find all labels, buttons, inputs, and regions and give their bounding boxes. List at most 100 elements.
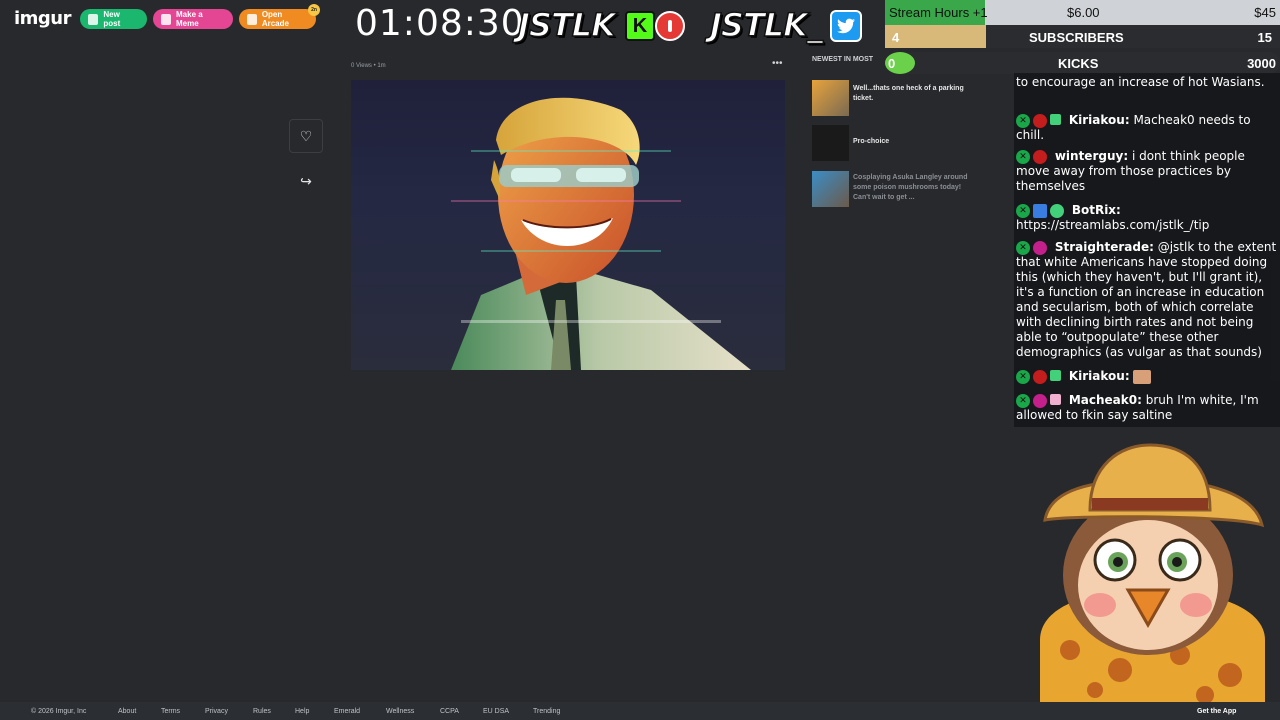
moderator-badge-icon: ✕ [1016, 240, 1030, 255]
meme-icon [161, 13, 172, 25]
chat-message: ✕ Straighterade: @jstlk to the extent th… [1016, 240, 1278, 360]
gift-badge-icon [1050, 113, 1061, 125]
subscribers-label: SUBSCRIBERS [1029, 30, 1124, 45]
kick-brand-text: JSTLK [517, 5, 616, 45]
imgur-logo[interactable]: imgur [14, 8, 72, 29]
stream-hours-goal: Stream Hours +1 $6.00 $45 [885, 0, 1280, 26]
newest-item-thumbnail [812, 171, 849, 207]
chat-username[interactable]: Kiriakou: [1069, 369, 1130, 383]
footer-link-rules[interactable]: Rules [253, 708, 271, 715]
footer-link-ccpa[interactable]: CCPA [440, 708, 459, 715]
chat-username[interactable]: BotRix: [1072, 203, 1121, 217]
pink-badge-icon [1033, 240, 1047, 255]
favorite-button[interactable]: ♡ [289, 119, 323, 153]
chat-message-text: i dont think people move away from those… [1016, 149, 1245, 193]
stream-timer: 01:08:30 [355, 3, 525, 44]
chat-message-text: to encourage an increase of hot Wasians. [1016, 75, 1265, 89]
arcade-badge: 2n [308, 4, 320, 16]
red-badge-icon [1033, 113, 1047, 128]
footer-link-eu-dsa[interactable]: EU DSA [483, 708, 509, 715]
verified-badge-icon [1050, 203, 1064, 218]
chat-badges: ✕ [1016, 113, 1061, 128]
footer-link-privacy[interactable]: Privacy [205, 708, 228, 715]
open-arcade-button[interactable]: Open Arcade 2n [239, 4, 320, 29]
chat-badges: ✕ [1016, 203, 1064, 218]
chat-message: ✕ Kiriakou: [1016, 369, 1278, 384]
moderator-badge-icon: ✕ [1016, 203, 1030, 218]
kicks-target: 3000 [1247, 56, 1276, 71]
chat-message: ✕ BotRix: https://streamlabs.com/jstlk_/… [1016, 203, 1278, 233]
gift-badge-icon [1050, 393, 1061, 405]
footer-link-trending[interactable]: Trending [533, 708, 560, 715]
heart-icon: ♡ [299, 127, 313, 144]
gift-badge-icon [1050, 369, 1061, 381]
chat-username[interactable]: Kiriakou: [1069, 113, 1130, 127]
stream-hours-amount: $6.00 [1067, 5, 1100, 20]
twitter-brand-text: JSTLK_ [709, 5, 823, 45]
chat-badges: ✕ [1016, 369, 1061, 384]
newest-item-thumbnail [812, 125, 849, 161]
bot-badge-icon [1033, 203, 1047, 218]
stream-hours-label: Stream Hours +1 [889, 5, 988, 20]
kicks-goal: 0 KICKS 3000 [885, 52, 1280, 74]
footer-link-help[interactable]: Help [295, 708, 309, 715]
twitter-bird-icon [830, 10, 862, 42]
newest-item-title: Well...thats one heck of a parking ticke… [853, 85, 964, 102]
newest-section-title: NEWEST IN MOST [812, 56, 874, 63]
chat-username[interactable]: Straighterade: [1055, 240, 1154, 254]
subscribers-current: 4 [892, 30, 900, 45]
kick-logo-icon: K [625, 11, 655, 41]
newest-item[interactable]: Pro-choice [812, 123, 982, 163]
red-badge-icon [1033, 369, 1047, 384]
chat-message: ✕ winterguy: i dont think people move aw… [1016, 149, 1278, 194]
face-emote-icon [1133, 369, 1152, 384]
record-icon [655, 11, 685, 41]
newest-item[interactable]: Cosplaying Asuka Langley around some poi… [812, 169, 982, 209]
chat-message: to encourage an increase of hot Wasians. [1016, 75, 1278, 90]
footer-copyright: © 2026 Imgur, Inc [31, 708, 87, 715]
gamepad-icon [247, 13, 257, 25]
post-menu-button[interactable]: ••• [772, 58, 783, 69]
moderator-badge-icon: ✕ [1016, 369, 1030, 384]
subscribers-goal: 4 SUBSCRIBERS 15 [885, 25, 1280, 48]
share-button[interactable]: ↪ [289, 164, 323, 198]
pink-badge-icon [1033, 393, 1047, 408]
glitch-suit-man-illustration [451, 97, 751, 370]
newest-item-title: Cosplaying Asuka Langley around some poi… [853, 174, 968, 201]
chat-message: ✕ Kiriakou: Macheak0 needs to chill. [1016, 113, 1278, 143]
chat-badges: ✕ [1016, 393, 1061, 408]
chat-message-text: @jstlk to the extent that white American… [1016, 240, 1277, 359]
moderator-badge-icon: ✕ [1016, 149, 1030, 164]
imgur-footer: © 2026 Imgur, Inc About Terms Privacy Ru… [0, 702, 1280, 720]
newest-item[interactable]: Well...thats one heck of a parking ticke… [812, 78, 982, 118]
moderator-badge-icon: ✕ [1016, 113, 1030, 128]
newest-item-thumbnail [812, 80, 849, 116]
chat-username[interactable]: winterguy: [1055, 149, 1128, 163]
subscribers-target: 15 [1257, 30, 1272, 45]
open-arcade-label: Open Arcade [261, 10, 289, 28]
post-image[interactable] [351, 80, 785, 370]
footer-link-terms[interactable]: Terms [161, 708, 180, 715]
new-post-button[interactable]: New post [80, 9, 147, 29]
streamer-mascot-avatar [1030, 440, 1275, 705]
post-meta: 0 Views • 1m [351, 63, 386, 69]
stream-chat: to encourage an increase of hot Wasians.… [1014, 73, 1280, 427]
get-the-app-link[interactable]: Get the App [1197, 708, 1236, 715]
chat-message-text: https://streamlabs.com/jstlk_/tip [1016, 218, 1210, 232]
footer-link-wellness[interactable]: Wellness [386, 708, 414, 715]
share-icon: ↪ [300, 172, 312, 189]
footer-link-about[interactable]: About [118, 708, 136, 715]
newest-item-title: Pro-choice [853, 138, 890, 145]
red-badge-icon [1033, 149, 1047, 164]
chat-username[interactable]: Macheak0: [1069, 393, 1142, 407]
moderator-badge-icon: ✕ [1016, 393, 1030, 408]
new-post-label: New post [103, 10, 121, 28]
chat-badges: ✕ [1016, 240, 1047, 255]
chat-badges: ✕ [1016, 149, 1047, 164]
kicks-label: KICKS [1058, 56, 1099, 71]
footer-link-emerald[interactable]: Emerald [334, 708, 360, 715]
subscribers-fill [885, 25, 986, 48]
chat-message: ✕ Macheak0: bruh I'm white, I'm allowed … [1016, 393, 1278, 423]
make-meme-label: Make a Meme [176, 10, 203, 28]
make-meme-button[interactable]: Make a Meme [153, 9, 233, 29]
